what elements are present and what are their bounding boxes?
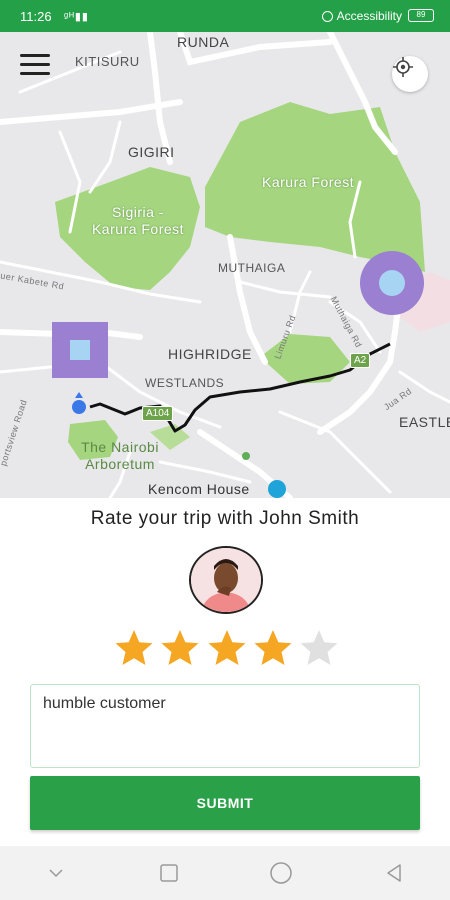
chevron-down-icon — [49, 869, 63, 878]
map-label-gigiri: GIGIRI — [128, 144, 175, 160]
menu-icon-line — [20, 72, 50, 75]
menu-icon-line — [20, 54, 50, 57]
system-nav-bar — [0, 846, 450, 900]
accessibility-icon — [321, 10, 333, 22]
back-icon — [387, 864, 401, 882]
star-filled-icon[interactable] — [114, 628, 154, 668]
major-roads — [0, 32, 404, 498]
star-filled-icon[interactable] — [253, 628, 293, 668]
map-label-muthaiga: MUTHAIGA — [218, 261, 286, 275]
menu-button[interactable] — [20, 54, 50, 78]
driver-avatar — [189, 546, 263, 614]
map-view[interactable]: RUNDA KITISURU GIGIRI Karura Forest Sigi… — [0, 32, 450, 498]
crosshair-icon — [393, 57, 413, 77]
nav-hide-button[interactable] — [26, 853, 86, 893]
rating-title: Rate your trip with John Smith — [90, 508, 360, 529]
nav-home-button[interactable] — [251, 853, 311, 893]
battery-icon: 89 — [408, 9, 434, 22]
home-icon — [270, 862, 292, 884]
map-label-arboretum: The Nairobi Arboretum — [81, 439, 159, 472]
accessibility-indicator: Accessibility — [321, 9, 402, 23]
driver-photo — [191, 548, 261, 612]
recent-apps-icon — [160, 864, 178, 882]
current-location-dot — [72, 392, 86, 414]
star-empty-icon[interactable] — [299, 628, 339, 668]
map-label-westlands: WESTLANDS — [145, 376, 225, 390]
status-time: 11:26 — [20, 9, 52, 24]
signal-icon: ᵍᴴ▮▮ — [64, 11, 89, 23]
nav-back-button[interactable] — [364, 853, 424, 893]
map-label-highridge: HIGHRIDGE — [168, 346, 252, 362]
nav-recents-button[interactable] — [139, 853, 199, 893]
feedback-input[interactable] — [30, 684, 420, 768]
menu-icon-line — [20, 63, 50, 66]
map-label-kencom: Kencom House — [148, 481, 250, 497]
road-tag-a104: A104 — [142, 406, 174, 421]
road-tag-a2: A2 — [350, 353, 371, 368]
map-label-runda: RUNDA — [177, 34, 230, 50]
destination-marker — [360, 251, 424, 315]
star-filled-icon[interactable] — [207, 628, 247, 668]
submit-button[interactable]: SUBMIT — [30, 776, 420, 830]
map-label-eastleigh: EASTLE — [399, 414, 450, 430]
star-filled-icon[interactable] — [160, 628, 200, 668]
my-location-button[interactable] — [392, 56, 428, 92]
accessibility-label: Accessibility — [336, 9, 402, 23]
map-label-kitisuru: KITISURU — [75, 54, 140, 69]
status-bar: 11:26 ᵍᴴ▮▮ Accessibility 89 — [0, 0, 450, 32]
park-area-east — [260, 334, 350, 384]
kencom-poi-icon — [268, 480, 286, 498]
map-label-sigiria: Sigiria - Karura Forest — [91, 204, 185, 237]
star-rating[interactable] — [114, 628, 339, 672]
origin-marker — [52, 322, 108, 378]
map-label-karura-forest: Karura Forest — [262, 174, 355, 190]
poi-dot — [242, 452, 250, 460]
